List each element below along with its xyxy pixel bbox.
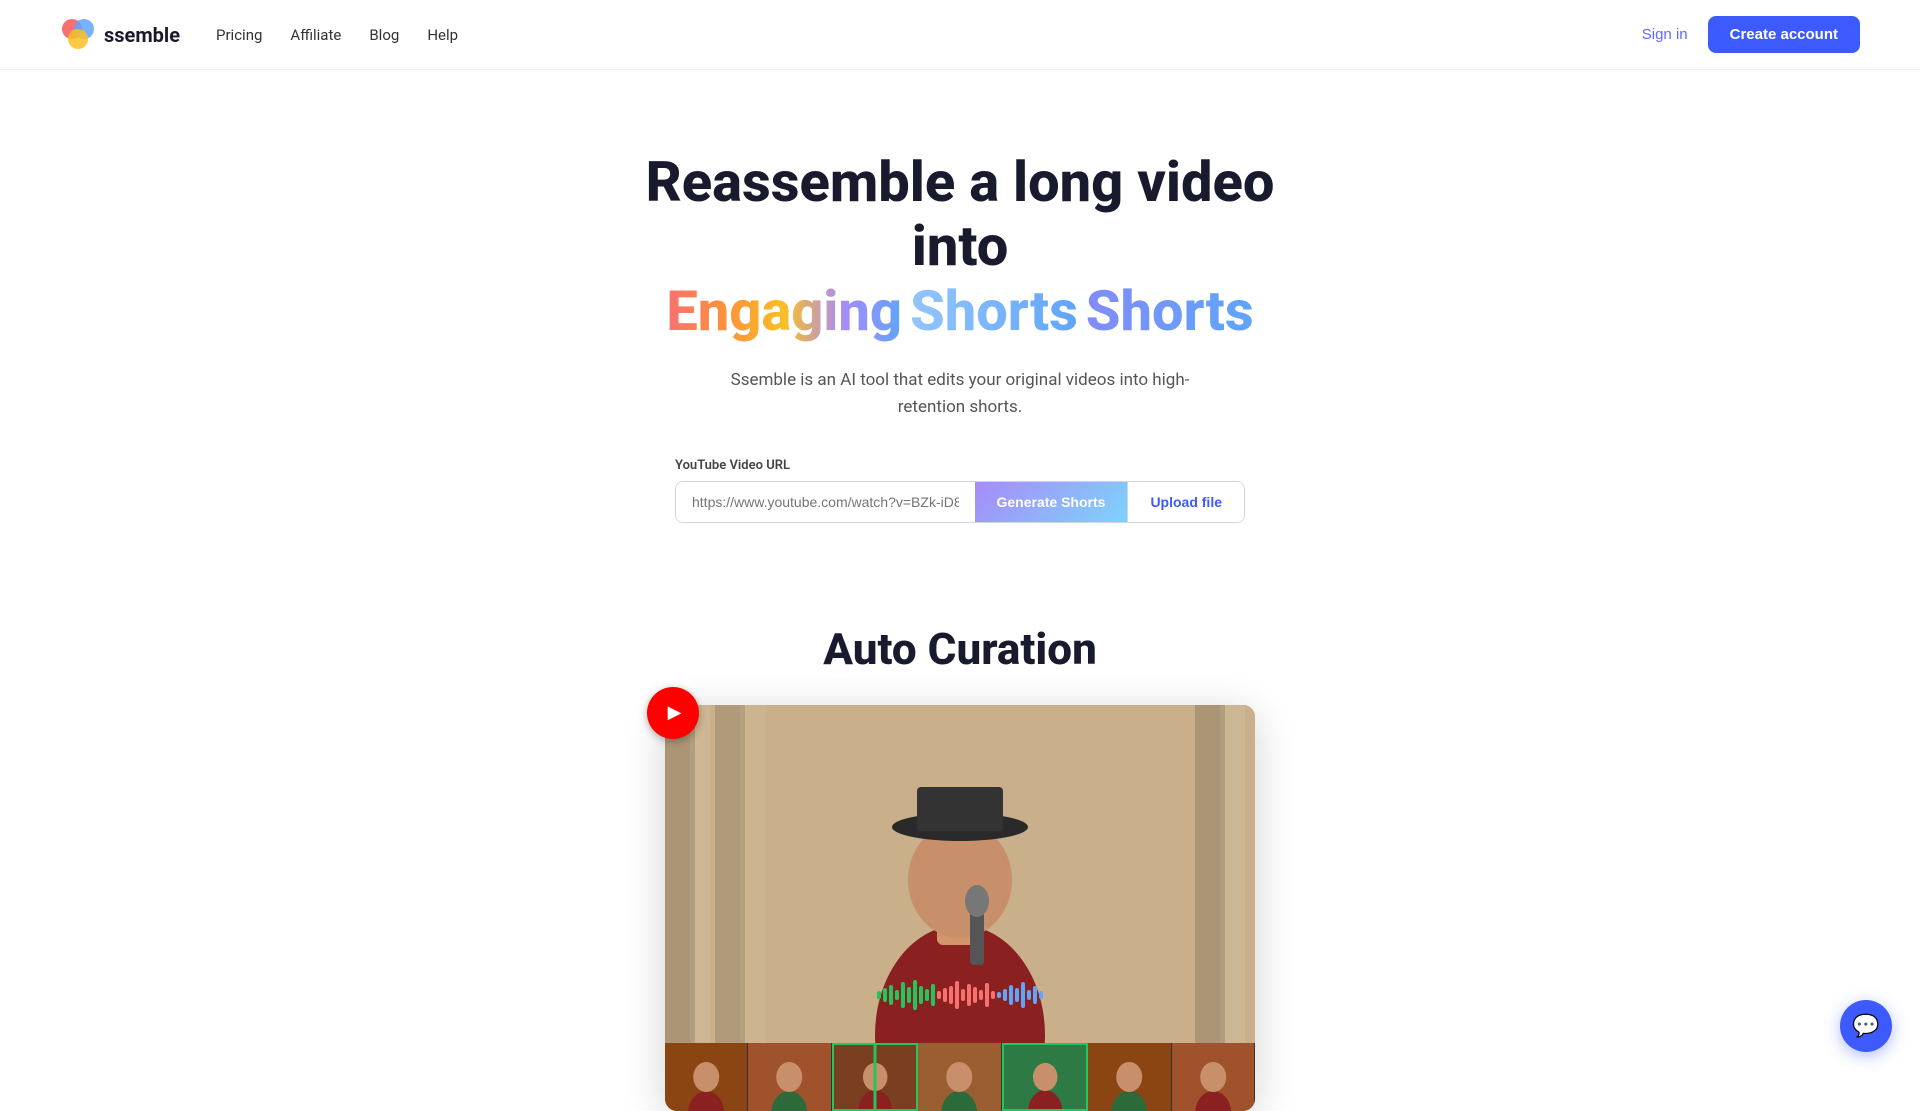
nav-pricing[interactable]: Pricing (216, 26, 262, 44)
waveform-bar-2 (889, 985, 893, 1005)
auto-curation-title: Auto Curation (823, 623, 1097, 675)
play-icon: ▶ (668, 702, 682, 723)
waveform-bar-11 (943, 988, 947, 1002)
video-thumbnail: 0:14 / 1:23 (665, 705, 1255, 1045)
waveform-bar-12 (949, 986, 953, 1004)
filmstrip-frame-4 (1002, 1043, 1088, 1111)
hero-title-line2: Engaging Shorts Shorts (666, 279, 1253, 343)
generate-shorts-button[interactable]: Generate Shorts (975, 482, 1128, 522)
hero-shorts: Shorts (910, 278, 1078, 344)
video-wrapper: ▶ (665, 705, 1255, 1111)
waveform-bar-14 (961, 989, 965, 1001)
navbar-right: Sign in Create account (1642, 16, 1860, 53)
waveform-bar-17 (979, 990, 983, 1000)
upload-file-button[interactable]: Upload file (1127, 482, 1244, 522)
navbar-left: ssemble Pricing Affiliate Blog Help (60, 17, 458, 53)
waveform-bar-3 (895, 990, 899, 1000)
frame-svg-0 (665, 1043, 747, 1111)
frame-svg-6 (1172, 1043, 1254, 1111)
waveform-bar-1 (883, 988, 887, 1002)
hero-section: Reassemble a long video into Engaging Sh… (0, 70, 1920, 563)
nav-links: Pricing Affiliate Blog Help (216, 26, 458, 44)
url-input[interactable] (676, 482, 975, 522)
url-section: YouTube Video URL Generate Shorts Upload… (675, 458, 1245, 523)
filmstrip-frame-5 (1088, 1043, 1171, 1111)
waveform-bar-7 (919, 986, 923, 1004)
waveform-bar-26 (1033, 986, 1037, 1004)
waveform-bar-0 (877, 991, 881, 999)
frame-svg-5 (1088, 1043, 1170, 1111)
navbar: ssemble Pricing Affiliate Blog Help Sign… (0, 0, 1920, 70)
youtube-play-button[interactable]: ▶ (647, 687, 699, 739)
waveform-bar-23 (1015, 988, 1019, 1002)
waveform-bar-9 (931, 984, 935, 1006)
nav-help[interactable]: Help (427, 26, 458, 44)
waveform-bar-13 (955, 981, 959, 1009)
waveform-bar-27 (1039, 991, 1043, 999)
logo-text: ssemble (104, 23, 180, 47)
chat-icon: 💬 (1852, 1014, 1879, 1039)
hero-engaging: Engaging (666, 278, 902, 344)
sign-in-button[interactable]: Sign in (1642, 26, 1688, 43)
frame-svg-1 (748, 1043, 830, 1111)
filmstrip-frame-3 (918, 1043, 1001, 1111)
url-input-row: Generate Shorts Upload file (675, 481, 1245, 523)
filmstrip-frame-2 (832, 1043, 918, 1111)
nav-blog[interactable]: Blog (369, 26, 399, 44)
waveform-bar-15 (967, 984, 971, 1006)
url-label: YouTube Video URL (675, 458, 790, 473)
waveform-bar-24 (1021, 982, 1025, 1008)
frame-svg-4 (1004, 1045, 1086, 1109)
logo-icon (60, 17, 96, 53)
waveform-bar-20 (997, 992, 1001, 998)
filmstrip-cursor (874, 1045, 877, 1109)
filmstrip-frame-0 (665, 1043, 748, 1111)
waveform-bar-16 (973, 987, 977, 1003)
nav-affiliate[interactable]: Affiliate (290, 26, 341, 44)
waveform-bar-4 (901, 982, 905, 1008)
waveform-bar-19 (991, 991, 995, 999)
video-waveform (665, 975, 1255, 1015)
waveform-bar-5 (907, 987, 911, 1003)
logo-link[interactable]: ssemble (60, 17, 180, 53)
filmstrip-frame-6 (1172, 1043, 1255, 1111)
filmstrip (665, 1043, 1255, 1111)
waveform-bar-10 (937, 991, 941, 999)
waveform-bar-18 (985, 983, 989, 1007)
waveform-bar-8 (925, 989, 929, 1001)
create-account-button[interactable]: Create account (1708, 16, 1860, 53)
waveform-bar-6 (913, 980, 917, 1010)
hero-title-line1: Reassemble a long video into (610, 150, 1310, 279)
video-container: 0:14 / 1:23 (665, 705, 1255, 1111)
chat-support-button[interactable]: 💬 (1840, 1000, 1892, 1052)
hero-shorts-word: Shorts (1086, 278, 1254, 344)
waveform-bar-25 (1027, 990, 1031, 1000)
frame-svg-3 (918, 1043, 1000, 1111)
filmstrip-frame-1 (748, 1043, 831, 1111)
waveform-bar-22 (1009, 985, 1013, 1005)
hero-description: Ssemble is an AI tool that edits your or… (710, 367, 1210, 421)
auto-curation-section: Auto Curation ▶ (0, 563, 1920, 1111)
waveform-bar-21 (1003, 989, 1007, 1001)
